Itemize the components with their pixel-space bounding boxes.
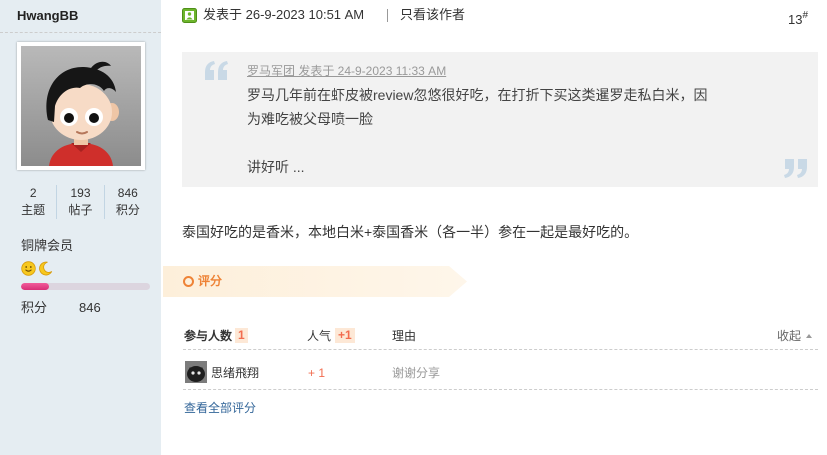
quote-text-line: 罗马几年前在虾皮被review忽悠很好吃，在打折下买这类暹罗走私白米，因: [247, 87, 708, 103]
participants-count-badge: 1: [235, 328, 248, 343]
stat-points[interactable]: 846 积分: [103, 185, 151, 219]
online-user-icon: [182, 8, 197, 23]
author-sidebar: HwangBB 2 主题 193 帖子 846 积分 铜牌会员 积分 846: [0, 0, 161, 455]
cartoon-boy-avatar-image: [21, 46, 141, 166]
table-divider: [183, 349, 818, 350]
popularity-value-badge: +1: [335, 328, 355, 343]
quote-source-link[interactable]: 罗马军团 发表于 24-9-2023 11:33 AM: [247, 64, 446, 78]
level-progress-fill: [21, 283, 50, 290]
stat-posts-value: 193: [70, 186, 91, 200]
author-avatar[interactable]: [17, 42, 145, 170]
level-progress-bar: [21, 283, 150, 290]
floor-number[interactable]: 13#: [788, 8, 808, 28]
stat-posts-label: 帖子: [68, 203, 93, 217]
popularity-label: 人气: [307, 329, 332, 343]
participants-label: 参与人数: [184, 329, 233, 343]
moon-icon: [39, 261, 53, 276]
stat-threads-label: 主题: [21, 203, 46, 217]
stat-points-label: 积分: [115, 203, 140, 217]
stat-posts[interactable]: 193 帖子: [56, 185, 103, 219]
table-divider: [183, 389, 818, 390]
points-label: 积分: [21, 300, 48, 315]
floor-number-value: 13: [788, 12, 803, 27]
collapse-arrow-icon[interactable]: [806, 334, 812, 338]
header-separator: [387, 9, 388, 22]
post-timestamp: 发表于 26-9-2023 10:51 AM: [203, 7, 365, 22]
member-rank[interactable]: 铜牌会员: [21, 238, 73, 254]
stat-points-value: 846: [117, 186, 138, 200]
only-author-link[interactable]: 只看该作者: [400, 7, 465, 23]
quote-text-line: 为难吃被父母喷一脸: [247, 111, 373, 127]
rater-username[interactable]: 思绪飛翔: [211, 366, 259, 380]
floor-hash: #: [802, 10, 809, 21]
stat-threads[interactable]: 2 主题: [10, 185, 56, 219]
forum-post: HwangBB 2 主题 193 帖子 846 积分 铜牌会员 积分 846 发…: [0, 0, 827, 455]
rater-score: + 1: [308, 366, 326, 380]
rater-reason: 谢谢分享: [392, 366, 441, 380]
stat-threads-value: 2: [29, 186, 37, 200]
points-value: 846: [79, 300, 101, 315]
rating-title: 评分: [198, 274, 223, 288]
reason-label: 理由: [392, 329, 417, 343]
rank-icons: [21, 261, 53, 277]
post-body: 泰国好吃的是香米，本地白米+泰国香米（各一半）参在一起是最好吃的。: [182, 224, 639, 240]
sidebar-divider: [0, 32, 161, 33]
quote-text-tail: 讲好听 ...: [247, 159, 305, 175]
smiley-icon: [21, 261, 36, 276]
collapse-ratings-button[interactable]: 收起: [777, 329, 801, 343]
view-all-ratings-link[interactable]: 查看全部评分: [184, 401, 256, 415]
author-stats: 2 主题 193 帖子 846 积分: [10, 185, 151, 219]
rater-avatar[interactable]: [185, 361, 207, 383]
open-quote-icon: [205, 61, 228, 80]
rating-circle-icon: [183, 276, 194, 287]
author-username[interactable]: HwangBB: [17, 8, 78, 24]
